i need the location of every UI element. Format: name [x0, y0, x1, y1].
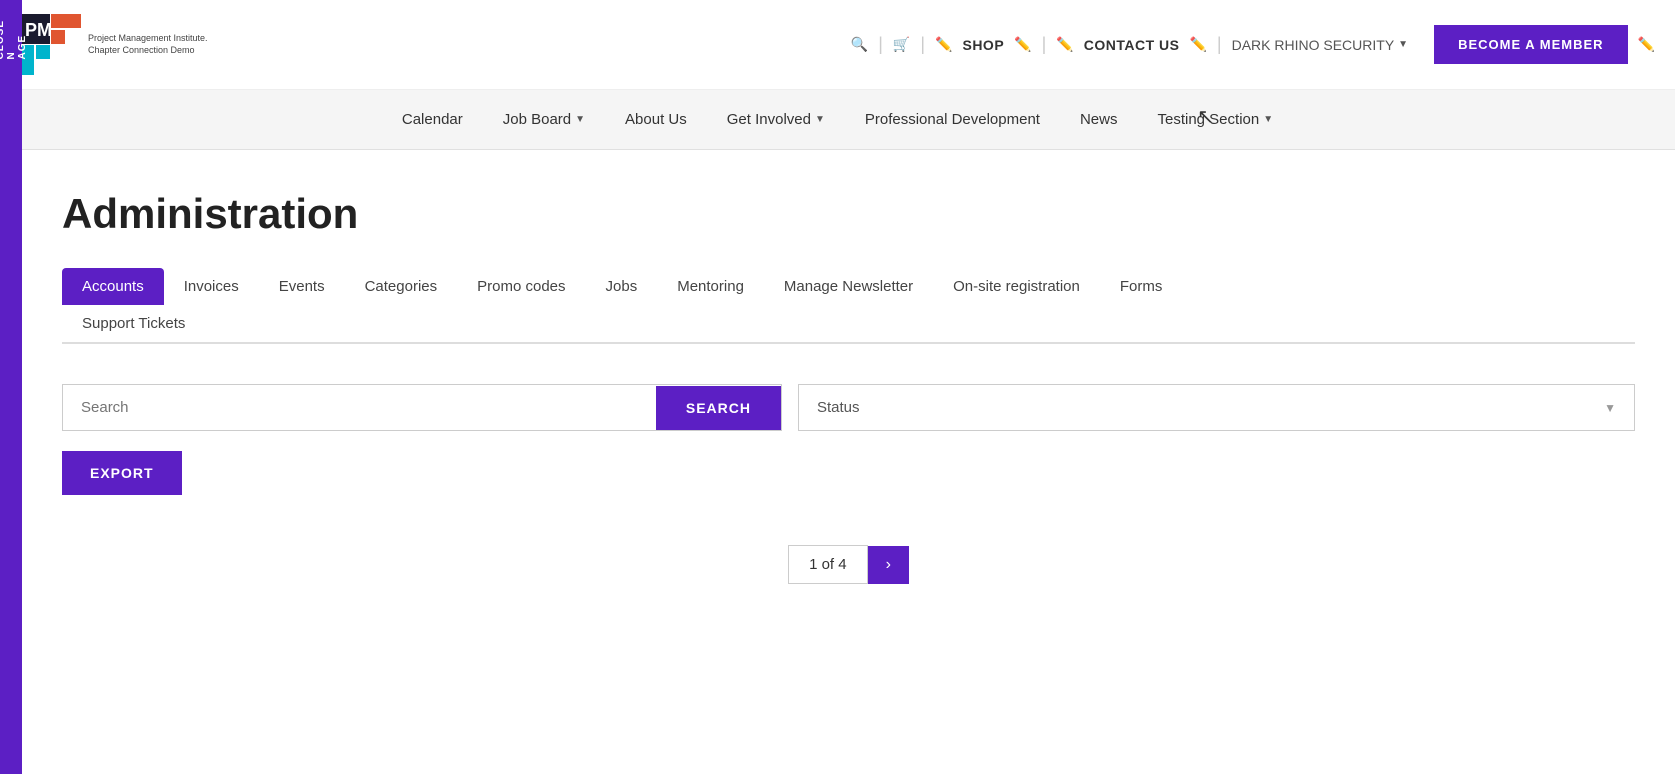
edit-icon-contact[interactable]: ✏️ — [1056, 36, 1073, 53]
tab-accounts[interactable]: Accounts — [62, 268, 164, 305]
testing-dropdown-arrow: ▼ — [1263, 114, 1273, 125]
main-content: Administration Accounts Invoices Events … — [22, 150, 1675, 624]
edit-icon-contact2[interactable]: ✏️ — [1189, 36, 1206, 53]
dark-rhino-dropdown[interactable]: DARK RHINO SECURITY ▼ — [1232, 37, 1408, 53]
nav-item-testing[interactable]: Testing Section ▼ — [1157, 111, 1273, 128]
tab-promo-codes[interactable]: Promo codes — [457, 268, 585, 305]
left-edge-bar: CLOSENAGE — [0, 0, 22, 774]
cart-icon[interactable]: 🛒 — [893, 36, 910, 53]
shop-link[interactable]: SHOP — [962, 37, 1004, 53]
nav-bar: Calendar Job Board ▼ About Us Get Involv… — [0, 90, 1675, 150]
page-total: 4 — [838, 556, 846, 573]
tab-categories[interactable]: Categories — [345, 268, 458, 305]
edit-icon-member[interactable]: ✏️ — [1638, 36, 1655, 53]
tab-support-tickets[interactable]: Support Tickets — [62, 305, 205, 342]
tab-events[interactable]: Events — [259, 268, 345, 305]
separator-4: | — [1217, 34, 1222, 55]
nav-item-getinvolved-label: Get Involved — [727, 111, 811, 128]
contact-link[interactable]: CONTACT US — [1084, 37, 1180, 53]
status-dropdown[interactable]: Status ▼ — [798, 384, 1635, 431]
tab-forms[interactable]: Forms — [1100, 268, 1183, 305]
page-of-label: of — [822, 556, 839, 573]
tab-mentoring[interactable]: Mentoring — [657, 268, 764, 305]
become-member-button[interactable]: BECOME A MEMBER — [1434, 25, 1627, 64]
separator-2: | — [920, 34, 925, 55]
logo-sub-name: Chapter Connection Demo — [88, 45, 195, 57]
top-bar: PM Project Management Institute. Chapter… — [0, 0, 1675, 90]
status-placeholder: Status — [817, 399, 860, 416]
dark-rhino-label: DARK RHINO SECURITY — [1232, 37, 1395, 53]
search-button[interactable]: SEARCH — [656, 386, 781, 430]
nav-item-calendar[interactable]: Calendar — [402, 111, 463, 128]
logo-org-name: Project Management Institute. — [88, 33, 208, 45]
svg-text:PM: PM — [25, 20, 52, 40]
page-indicator: 1 of 4 — [788, 545, 868, 584]
nav-item-news[interactable]: News — [1080, 111, 1118, 128]
jobboard-dropdown-arrow: ▼ — [575, 114, 585, 125]
edit-icon-shop[interactable]: ✏️ — [935, 36, 952, 53]
tab-jobs[interactable]: Jobs — [586, 268, 658, 305]
separator-3: | — [1042, 34, 1047, 55]
admin-tabs: Accounts Invoices Events Categories Prom… — [62, 268, 1635, 344]
tab-invoices[interactable]: Invoices — [164, 268, 259, 305]
edit-icon-shop2[interactable]: ✏️ — [1014, 36, 1031, 53]
pmi-logo-svg: PM — [20, 14, 82, 76]
nav-item-getinvolved[interactable]: Get Involved ▼ — [727, 111, 825, 128]
separator-1: | — [878, 34, 883, 55]
admin-tabs-row2: Support Tickets — [62, 305, 1635, 342]
tab-onsite-registration[interactable]: On-site registration — [933, 268, 1100, 305]
nav-item-jobboard-label: Job Board — [503, 111, 571, 128]
getinvolved-dropdown-arrow: ▼ — [815, 114, 825, 125]
nav-item-aboutus[interactable]: About Us — [625, 111, 687, 128]
nav-item-prodev[interactable]: Professional Development — [865, 111, 1040, 128]
search-input-wrap: SEARCH — [62, 384, 782, 431]
nav-item-testing-label: Testing Section — [1157, 111, 1259, 128]
page-title: Administration — [62, 190, 1635, 238]
page-current: 1 — [809, 556, 817, 573]
status-dropdown-arrow: ▼ — [1604, 401, 1616, 415]
page-next-button[interactable]: › — [868, 546, 909, 584]
logo-area: PM Project Management Institute. Chapter… — [20, 14, 208, 76]
left-edge-text: CLOSENAGE — [0, 20, 28, 59]
pagination-area: 1 of 4 › — [62, 545, 1635, 584]
nav-items: Calendar Job Board ▼ About Us Get Involv… — [402, 111, 1273, 128]
search-input[interactable] — [63, 385, 656, 430]
search-area: SEARCH Status ▼ — [62, 384, 1635, 431]
tab-manage-newsletter[interactable]: Manage Newsletter — [764, 268, 933, 305]
logo-text-box: Project Management Institute. Chapter Co… — [88, 33, 208, 56]
dark-rhino-arrow: ▼ — [1398, 39, 1408, 50]
top-actions: 🔍 | 🛒 | ✏️ SHOP ✏️ | ✏️ CONTACT US ✏️ | … — [851, 25, 1655, 64]
nav-item-jobboard[interactable]: Job Board ▼ — [503, 111, 585, 128]
export-button[interactable]: EXPORT — [62, 451, 182, 495]
search-icon[interactable]: 🔍 — [851, 36, 868, 53]
